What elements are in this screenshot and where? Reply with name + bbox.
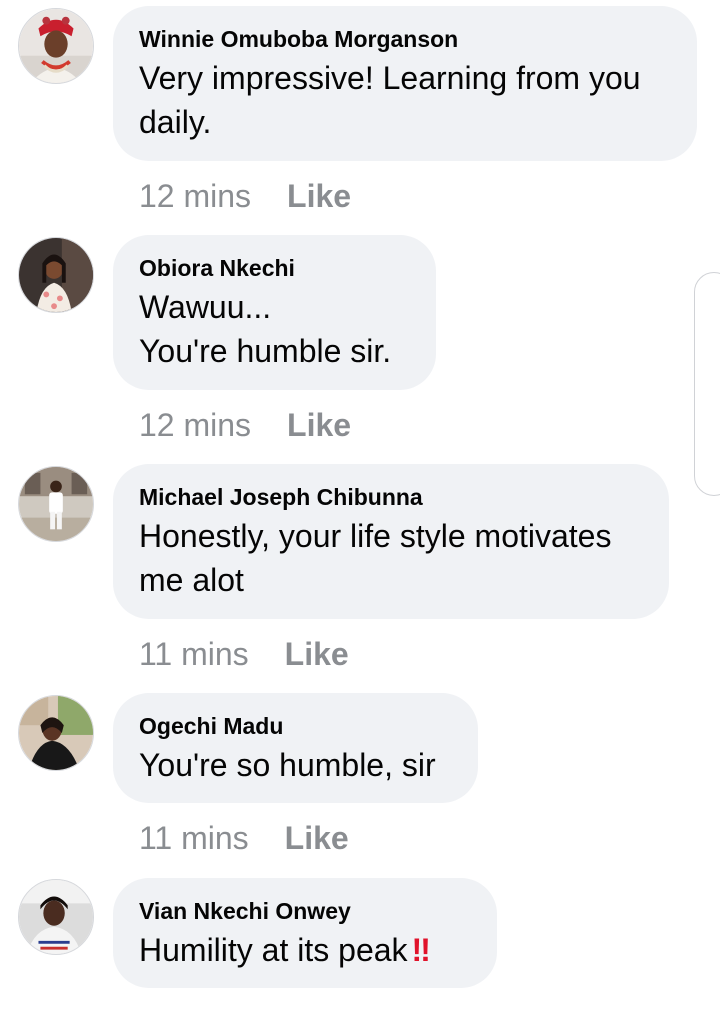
- avatar[interactable]: [18, 237, 94, 313]
- comment-text-line: Honestly, your life style motivates: [139, 518, 612, 554]
- avatar[interactable]: [18, 8, 94, 84]
- timestamp[interactable]: 11 mins: [139, 820, 249, 856]
- comment-text: Honestly, your life style motivates me a…: [139, 514, 643, 602]
- comment-meta: 11 mins Like: [139, 820, 349, 856]
- side-panel-handle[interactable]: [694, 272, 720, 496]
- like-button[interactable]: Like: [287, 407, 351, 443]
- comment-text: Very impressive! Learning from you daily…: [139, 56, 671, 144]
- avatar[interactable]: [18, 879, 94, 955]
- comment-text: Wawuu... You're humble sir.: [139, 285, 410, 373]
- comment-meta-cutoff: [139, 998, 399, 1010]
- profile-photo-icon: [19, 9, 93, 83]
- comment-text-line: daily.: [139, 104, 212, 140]
- profile-photo-icon: [19, 696, 93, 770]
- profile-photo-icon: [19, 880, 93, 954]
- comment-meta: 12 mins Like: [139, 178, 351, 214]
- comment-text: You're so humble, sir: [139, 743, 452, 787]
- comment-bubble: Vian Nkechi Onwey Humility at its peak ‼: [113, 878, 497, 988]
- author-name[interactable]: Winnie Omuboba Morganson: [139, 26, 671, 52]
- profile-photo-icon: [19, 467, 93, 541]
- comment-bubble: Ogechi Madu You're so humble, sir: [113, 693, 478, 803]
- like-button[interactable]: Like: [285, 636, 349, 672]
- timestamp[interactable]: 11 mins: [139, 636, 249, 672]
- avatar[interactable]: [18, 466, 94, 542]
- comment-text-line: Wawuu...: [139, 289, 272, 325]
- author-name[interactable]: Ogechi Madu: [139, 713, 452, 739]
- author-name[interactable]: Obiora Nkechi: [139, 255, 410, 281]
- profile-photo-icon: [19, 238, 93, 312]
- comment-text: Humility at its peak ‼: [139, 928, 471, 972]
- timestamp[interactable]: 12 mins: [139, 407, 251, 443]
- author-name[interactable]: Michael Joseph Chibunna: [139, 484, 643, 510]
- comment-bubble: Obiora Nkechi Wawuu... You're humble sir…: [113, 235, 436, 390]
- comment-text-line: Very impressive! Learning from you: [139, 60, 641, 96]
- double-exclamation-icon: ‼: [411, 932, 432, 968]
- comment-text-line: You're so humble, sir: [139, 747, 436, 783]
- comment-text-content: Humility at its peak: [139, 932, 408, 968]
- comment-meta: 11 mins Like: [139, 636, 349, 672]
- like-button[interactable]: Like: [285, 820, 349, 856]
- avatar[interactable]: [18, 695, 94, 771]
- timestamp[interactable]: 12 mins: [139, 178, 251, 214]
- like-button[interactable]: Like: [287, 178, 351, 214]
- comment-text-line: Humility at its peak ‼: [139, 928, 471, 972]
- comment-text-line: me alot: [139, 562, 244, 598]
- comment-bubble: Winnie Omuboba Morganson Very impressive…: [113, 6, 697, 161]
- comment-meta: 12 mins Like: [139, 407, 351, 443]
- comment-bubble: Michael Joseph Chibunna Honestly, your l…: [113, 464, 669, 619]
- comment-text-line: You're humble sir.: [139, 333, 392, 369]
- author-name[interactable]: Vian Nkechi Onwey: [139, 898, 471, 924]
